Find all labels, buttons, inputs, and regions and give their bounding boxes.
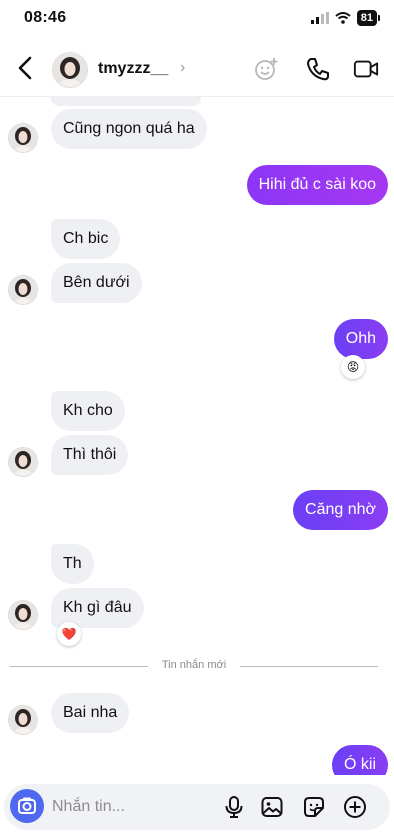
chat-header: tmyzzz__ › (0, 40, 394, 96)
gallery-icon[interactable] (260, 795, 284, 819)
phone-icon[interactable] (305, 56, 331, 82)
avatar[interactable] (8, 705, 38, 735)
camera-button[interactable] (10, 789, 44, 823)
add-plus-icon[interactable] (343, 795, 367, 819)
message-bubble-incoming[interactable]: Kh cho (51, 391, 125, 431)
message-bubble-outgoing[interactable]: Hihi đủ c sài koo (246, 165, 388, 205)
camera-icon (18, 797, 36, 814)
avatar[interactable] (8, 275, 38, 305)
message-text: Bai nha (63, 704, 118, 721)
wifi-icon (335, 12, 351, 24)
status-bar: 08:46 81 (0, 0, 394, 36)
battery-icon: 81 (356, 10, 380, 26)
battery-level: 81 (356, 10, 377, 26)
message-bubble-incoming[interactable]: Cũng ngon quá ha (51, 109, 207, 149)
contact-username[interactable]: tmyzzz__ (98, 60, 168, 78)
message-text: Kh cho (63, 402, 113, 419)
signal-icon (310, 12, 329, 24)
message-input[interactable]: Nhắn tin... (52, 798, 125, 816)
avatar[interactable] (52, 52, 88, 88)
message-bubble-outgoing[interactable]: Ohh (333, 319, 388, 359)
message-bubble-incoming[interactable]: Bên dưới (51, 263, 142, 303)
message-bubble-incoming[interactable]: Thì thôi (51, 435, 129, 475)
chevron-right-icon[interactable]: › (180, 59, 185, 77)
message-thread[interactable]: Cũng ngon quá ha Hihi đủ c sài koo Ch bi… (0, 97, 394, 775)
avatar[interactable] (8, 600, 38, 630)
message-text: Bên dưới (63, 274, 130, 291)
avatar[interactable] (8, 447, 38, 477)
previous-message-bubble (51, 97, 201, 106)
status-time: 08:46 (24, 9, 67, 26)
message-bubble-outgoing[interactable]: Căng nhờ (293, 490, 388, 530)
video-call-icon[interactable] (353, 56, 379, 82)
reaction-heart-emoji[interactable]: ❤️ (57, 622, 81, 646)
message-text: Thì thôi (63, 446, 117, 463)
divider-label: Tin nhắn mới (161, 659, 227, 671)
message-bubble-incoming[interactable]: Bai nha (51, 693, 130, 733)
composer-box[interactable]: Nhắn tin... (4, 784, 390, 830)
message-bubble-incoming[interactable]: Ch bic (51, 219, 121, 259)
message-text: Ch bic (63, 230, 109, 247)
microphone-icon[interactable] (222, 795, 246, 819)
message-bubble-incoming[interactable]: Th (51, 544, 94, 584)
new-messages-divider: Tin nhắn mới (10, 659, 378, 673)
back-arrow-icon[interactable] (14, 54, 38, 82)
message-text: Kh gì đâu (63, 599, 132, 616)
message-text: Ó kii (344, 756, 376, 773)
sticker-icon[interactable] (302, 795, 326, 819)
add-friend-icon[interactable] (254, 56, 280, 82)
message-text: Căng nhờ (305, 501, 376, 518)
message-text: Cũng ngon quá ha (63, 120, 195, 137)
reaction-angry-emoji[interactable]: 😡 (341, 355, 365, 379)
message-text: Ohh (345, 330, 376, 347)
message-text: Hihi đủ c sài koo (258, 176, 376, 193)
message-text: Th (63, 555, 82, 572)
message-composer: Nhắn tin... (0, 780, 394, 834)
message-bubble-outgoing[interactable]: Ó kii (332, 745, 388, 775)
avatar[interactable] (8, 123, 38, 153)
